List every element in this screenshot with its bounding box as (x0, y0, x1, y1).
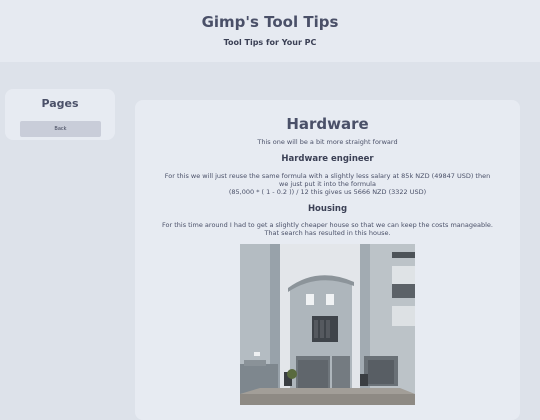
site-header: Gimp's Tool Tips Tool Tips for Your PC (0, 0, 540, 62)
site-title: Gimp's Tool Tips (201, 13, 339, 31)
sidebar-title: Pages (41, 97, 79, 110)
engineer-line-1: For this we will just reuse the same for… (164, 172, 491, 180)
back-button[interactable]: Back (20, 121, 101, 137)
housing-line-1: For this time around I had to get a slig… (162, 221, 493, 229)
site-subtitle: Tool Tips for Your PC (223, 38, 317, 47)
hardware-engineer-heading: Hardware engineer (281, 154, 374, 164)
housing-heading: Housing (307, 204, 348, 214)
intro-text: This one will be a bit more straight for… (257, 138, 398, 146)
engineer-line-3: (85,000 * ( 1 - 0.2 )) / 12 this gives u… (228, 188, 427, 196)
hardware-engineer-paragraph: For this we will just reuse the same for… (150, 172, 505, 196)
house-photo (240, 244, 415, 405)
main-content: Hardware This one will be a bit more str… (135, 100, 520, 420)
housing-paragraph: For this time around I had to get a slig… (145, 221, 510, 237)
pages-sidebar: Pages Back (5, 89, 115, 140)
page-title: Hardware (286, 115, 369, 133)
housing-line-2: That search has resulted in this house. (264, 229, 391, 237)
engineer-line-2: we just put it into the formula (279, 180, 376, 188)
